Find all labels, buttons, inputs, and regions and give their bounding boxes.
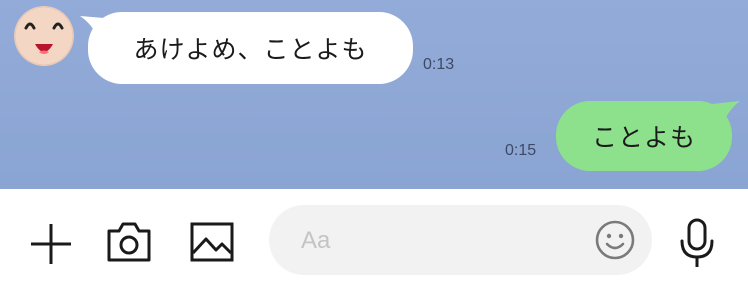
emoji-icon xyxy=(595,220,635,260)
microphone-button[interactable] xyxy=(676,217,718,269)
microphone-icon xyxy=(680,218,714,267)
plus-button[interactable] xyxy=(26,219,76,269)
input-bar xyxy=(0,189,748,290)
plus-icon xyxy=(31,224,71,264)
avatar-face-icon xyxy=(14,6,74,66)
chat-area: あけよめ、ことよも 0:13 0:15 ことよも xyxy=(0,0,748,189)
incoming-message-text: あけよめ、ことよも xyxy=(133,35,368,64)
outgoing-message-text: ことよも xyxy=(591,123,696,152)
incoming-message-bubble[interactable]: あけよめ、ことよも xyxy=(88,12,413,84)
avatar[interactable] xyxy=(14,6,74,66)
message-input[interactable] xyxy=(299,223,583,259)
emoji-button[interactable] xyxy=(594,219,636,261)
camera-icon xyxy=(107,222,151,262)
outgoing-message-time: 0:15 xyxy=(505,142,537,159)
image-icon xyxy=(190,222,234,262)
outgoing-message-bubble[interactable]: ことよも xyxy=(556,101,732,171)
incoming-message-time: 0:13 xyxy=(423,56,455,73)
message-field[interactable] xyxy=(269,205,652,275)
image-button[interactable] xyxy=(188,219,236,265)
camera-button[interactable] xyxy=(104,219,154,265)
